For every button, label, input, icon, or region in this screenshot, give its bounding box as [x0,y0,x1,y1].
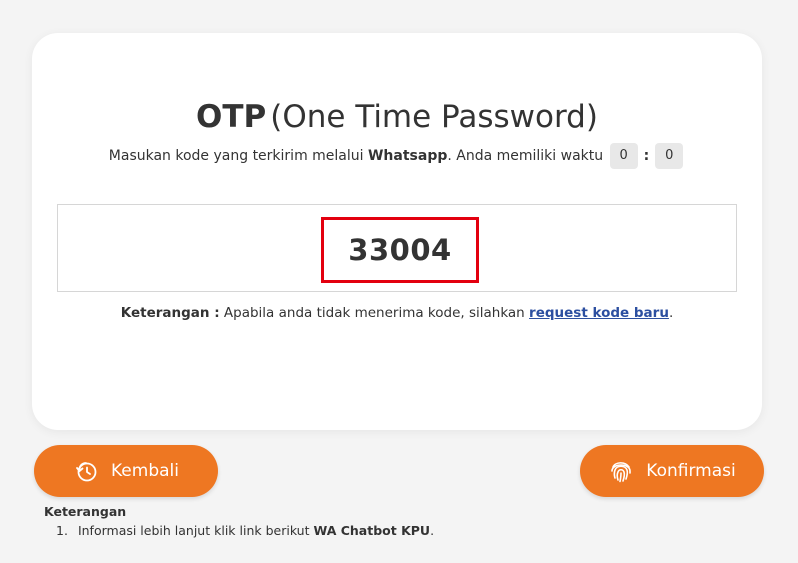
list-item-text: Informasi lebih lanjut klik link berikut [77,523,310,538]
page-title: OTP (One Time Password) [32,99,762,135]
timer-seconds: 0 [655,143,684,169]
history-clock-icon [73,458,99,484]
wa-chatbot-link[interactable]: WA Chatbot KPU [313,523,430,538]
subtitle-prefix: Masukan kode yang terkirim melalui [108,148,364,164]
list-item: 1. Informasi lebih lanjut klik link berik… [56,523,434,538]
note-label: Keterangan : [120,305,220,321]
note-text: Apabila anda tidak menerima kode, silahk… [223,305,525,321]
confirm-label: Konfirmasi [646,461,736,481]
otp-note: Keterangan : Apabila anda tidak menerima… [32,305,762,321]
back-button[interactable]: Kembali [34,445,218,497]
otp-card: OTP (One Time Password) Masukan kode yang… [32,33,762,430]
confirm-button[interactable]: Konfirmasi [580,445,764,497]
otp-code-field[interactable]: 33004 [57,204,737,292]
otp-subtitle: Masukan kode yang terkirim melalui Whats… [32,143,762,169]
fingerprint-icon [608,458,634,484]
title-strong: OTP [196,99,267,135]
note-end: . [668,305,674,321]
subtitle-channel: Whatsapp [367,148,448,164]
back-label: Kembali [111,461,179,481]
list-item-number: 1. [56,523,68,538]
footer-title: Keterangan [44,504,127,519]
footer-list: 1. Informasi lebih lanjut klik link berik… [56,523,434,538]
subtitle-suffix: . Anda memiliki waktu [447,148,604,164]
list-item-end: . [430,523,435,538]
request-new-code-link[interactable]: request kode baru [529,305,669,321]
title-rest: (One Time Password) [270,99,598,135]
otp-code-highlight: 33004 [321,217,479,283]
timer-minutes: 0 [609,143,638,169]
timer-separator: : [643,148,650,164]
otp-code: 33004 [348,233,452,267]
